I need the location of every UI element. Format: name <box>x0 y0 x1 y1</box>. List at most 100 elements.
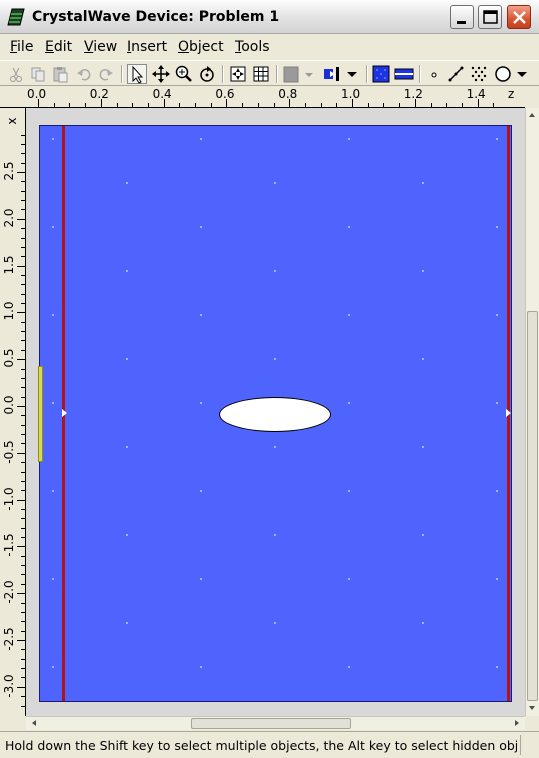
grid-icon[interactable] <box>251 64 271 84</box>
top-ruler-tick <box>430 103 432 107</box>
rotate-icon[interactable] <box>197 64 217 84</box>
top-ruler-tick <box>304 103 306 107</box>
left-ruler-tick <box>21 621 25 623</box>
left-ruler-tick <box>21 340 25 342</box>
copy-icon[interactable] <box>28 64 48 84</box>
menu-insert[interactable]: Insert <box>127 39 167 55</box>
grid-dot <box>126 534 128 536</box>
ellipse-object[interactable] <box>219 397 331 432</box>
top-ruler-label: 1.0 <box>341 87 361 101</box>
select-arrow-icon[interactable] <box>127 64 147 84</box>
left-ruler-tick <box>21 583 25 585</box>
simulation-domain[interactable] <box>38 125 512 702</box>
device-canvas[interactable] <box>26 108 525 716</box>
grid-dot <box>348 666 350 668</box>
left-ruler-tick <box>21 537 25 539</box>
horizontal-scroll-thumb[interactable] <box>191 718 351 729</box>
left-ruler-tick <box>21 668 25 670</box>
left-ruler-tick <box>21 696 25 698</box>
scroll-down-icon[interactable] <box>526 702 538 714</box>
menu-view[interactable]: View <box>84 39 117 55</box>
scroll-right-icon[interactable] <box>511 717 523 729</box>
vertical-scroll-thumb[interactable] <box>527 311 538 701</box>
horizontal-scrollbar[interactable] <box>26 716 525 730</box>
left-ruler-tick <box>21 396 25 398</box>
top-ruler: z 0.0 0.2 0.4 0.6 0.8 1.0 1.2 1.4 <box>26 86 525 108</box>
menu-insert-rest: nsert <box>131 39 168 55</box>
scroll-left-icon[interactable] <box>28 717 40 729</box>
grid-dot <box>422 446 424 448</box>
left-ruler-tick <box>21 574 25 576</box>
grid-dot <box>422 534 424 536</box>
left-ruler-tick <box>21 134 25 136</box>
top-ruler-tick <box>179 103 181 107</box>
left-ruler-tick <box>17 406 25 407</box>
status-bar: Hold down the Shift key to select multip… <box>0 731 539 758</box>
left-port-marker <box>62 409 67 417</box>
left-ruler-tick <box>21 508 25 510</box>
zoom-icon[interactable] <box>174 64 194 84</box>
line-icon[interactable] <box>446 64 466 84</box>
fill-color-dropdown-icon[interactable] <box>302 64 316 84</box>
top-ruler-tick <box>53 103 55 107</box>
top-ruler-tick <box>100 99 102 107</box>
launch-field-bar[interactable] <box>38 366 43 462</box>
left-ruler-tick <box>21 677 25 679</box>
redo-icon[interactable] <box>96 64 116 84</box>
port-dropdown-icon[interactable] <box>344 64 360 84</box>
grid-dot <box>348 138 350 140</box>
close-button[interactable] <box>507 5 531 29</box>
grid-dot <box>274 358 276 360</box>
shape-dropdown-icon[interactable] <box>514 64 530 84</box>
cut-icon[interactable] <box>6 64 26 84</box>
fill-color-icon[interactable] <box>282 64 302 84</box>
undo-icon[interactable] <box>74 64 94 84</box>
point-icon[interactable] <box>424 64 444 84</box>
top-ruler-tick <box>320 103 322 107</box>
left-ruler-tick <box>21 649 25 651</box>
crystalwave-app-icon <box>7 8 25 26</box>
grid-dot <box>200 138 202 140</box>
left-ruler-tick <box>17 265 25 267</box>
waveguide-icon[interactable] <box>394 64 414 84</box>
left-ruler-tick <box>21 153 25 155</box>
grid-dot <box>200 490 202 492</box>
maximize-button[interactable] <box>478 5 502 29</box>
vertical-scrollbar[interactable] <box>525 108 539 716</box>
left-ruler-label: -1.5 <box>2 533 16 558</box>
ellipse-tool-icon[interactable] <box>493 64 513 84</box>
scroll-corner <box>525 716 539 730</box>
menu-object[interactable]: Object <box>178 39 224 55</box>
minimize-button[interactable] <box>450 5 474 29</box>
left-ruler-label: 2.0 <box>2 208 16 228</box>
menu-file[interactable]: File <box>10 39 33 55</box>
top-ruler-axis-label: z <box>508 87 515 101</box>
grid-dot <box>126 446 128 448</box>
left-ruler-tick <box>21 143 25 145</box>
snap-icon[interactable] <box>228 64 248 84</box>
grid-dot <box>496 402 498 404</box>
grid-dot <box>274 182 276 184</box>
left-ruler-label: -3.0 <box>2 674 16 698</box>
left-ruler-tick <box>21 527 25 529</box>
scroll-up-icon[interactable] <box>526 109 538 121</box>
left-ruler-tick <box>21 480 25 482</box>
left-ruler-tick <box>21 518 25 520</box>
left-ruler-tick <box>21 377 25 379</box>
left-ruler-tick <box>21 209 25 211</box>
grid-dot <box>348 402 350 404</box>
menu-edit[interactable]: Edit <box>45 39 72 55</box>
grid-dot <box>274 270 276 272</box>
lattice-icon[interactable] <box>469 64 489 84</box>
fill-pattern-icon[interactable] <box>371 64 391 84</box>
left-ruler-tick <box>17 359 25 361</box>
grid-dot <box>200 578 202 580</box>
menu-file-rest: ile <box>17 39 34 55</box>
port-icon[interactable] <box>322 64 342 84</box>
paste-icon[interactable] <box>50 64 70 84</box>
top-ruler-label: 0.2 <box>89 87 109 101</box>
grid-dot <box>200 314 202 316</box>
pan-icon[interactable] <box>151 64 171 84</box>
menu-tools[interactable]: Tools <box>235 39 270 55</box>
left-ruler-tick <box>21 415 25 417</box>
